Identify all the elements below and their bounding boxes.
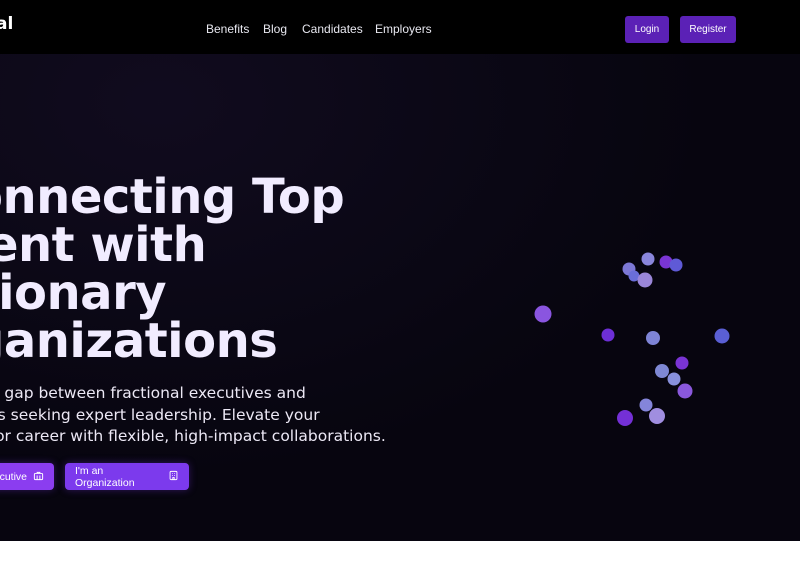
register-button[interactable]: Register <box>680 16 736 43</box>
nav-employers[interactable]: Employers <box>375 22 432 36</box>
particle-dot <box>534 305 552 323</box>
particle-dot <box>675 356 689 370</box>
particle-dot <box>649 408 665 424</box>
nav-blog[interactable]: Blog <box>263 22 287 36</box>
particle-dot <box>655 364 669 378</box>
nav-candidates[interactable]: Candidates <box>302 22 363 36</box>
nav-benefits[interactable]: Benefits <box>206 22 249 36</box>
particle-dot <box>641 252 655 266</box>
site-header: al Benefits Blog Candidates Employers Lo… <box>0 0 800 54</box>
particle-dot <box>667 372 681 386</box>
particle-dot <box>677 383 693 399</box>
particle-dot <box>617 410 633 426</box>
logo[interactable]: al <box>0 14 13 34</box>
particle-dot <box>646 331 660 345</box>
page: al Benefits Blog Candidates Employers Lo… <box>0 0 800 576</box>
page-below-hero <box>0 541 800 576</box>
particle-dot <box>639 398 653 412</box>
particle-dot <box>637 272 653 288</box>
particle-dot <box>714 328 730 344</box>
particle-dot <box>669 258 683 272</box>
particle-network <box>534 252 730 426</box>
particle-dot <box>601 328 615 342</box>
login-button[interactable]: Login <box>625 16 669 43</box>
hero-section: onnecting Top lent with sionary ganizati… <box>0 54 800 541</box>
